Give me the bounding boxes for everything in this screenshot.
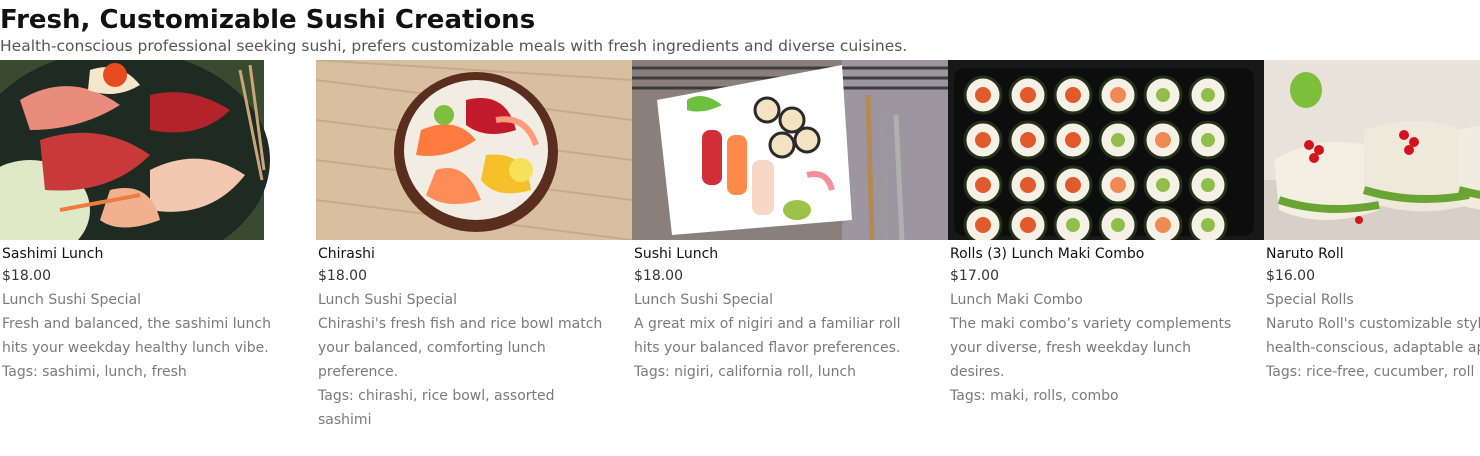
item-category: Lunch Sushi Special	[634, 292, 774, 308]
item-tags: Tags: maki, rolls, combo	[950, 384, 1240, 408]
item-category: Lunch Sushi Special	[318, 292, 458, 308]
item-name: Naruto Roll	[1266, 246, 1344, 262]
menu-card-naruto-roll[interactable]: Naruto Roll $16.00 Special Rolls Naruto …	[1264, 60, 1480, 432]
page-title: Fresh, Customizable Sushi Creations	[0, 5, 536, 35]
card-body: Sashimi Lunch $18.00 Lunch Sushi Special…	[0, 240, 292, 384]
tags-prefix: Tags:	[318, 388, 359, 404]
tags-prefix: Tags:	[634, 364, 675, 380]
card-body: Chirashi $18.00 Lunch Sushi Special Chir…	[316, 240, 608, 432]
item-tags: Tags: nigiri, california roll, lunch	[634, 360, 924, 384]
item-category: Lunch Sushi Special	[2, 292, 142, 308]
tags-prefix: Tags:	[1266, 364, 1307, 380]
menu-card-maki-combo[interactable]: Rolls (3) Lunch Maki Combo $17.00 Lunch …	[948, 60, 1264, 432]
page-header: Fresh, Customizable Sushi Creations Heal…	[0, 0, 1480, 60]
sashimi-lunch-photo[interactable]	[0, 60, 316, 240]
item-price: $18.00	[634, 268, 683, 284]
card-body: Naruto Roll $16.00 Special Rolls Naruto …	[1264, 240, 1480, 384]
naruto-roll-photo[interactable]	[1264, 60, 1480, 240]
item-tags: Tags: sashimi, lunch, fresh	[2, 360, 292, 384]
item-description: Naruto Roll's customizable style fits yo…	[1266, 316, 1480, 356]
card-body: Sushi Lunch $18.00 Lunch Sushi Special A…	[632, 240, 924, 384]
menu-card-chirashi[interactable]: Chirashi $18.00 Lunch Sushi Special Chir…	[316, 60, 632, 432]
item-description: A great mix of nigiri and a familiar rol…	[634, 316, 901, 356]
card-body: Rolls (3) Lunch Maki Combo $17.00 Lunch …	[948, 240, 1240, 408]
item-name: Sashimi Lunch	[2, 246, 104, 262]
tags-value: sashimi, lunch, fresh	[42, 364, 187, 380]
item-price: $17.00	[950, 268, 999, 284]
chirashi-photo[interactable]	[316, 60, 632, 240]
item-description: Fresh and balanced, the sashimi lunch hi…	[2, 316, 271, 356]
sushi-lunch-photo[interactable]	[632, 60, 948, 240]
menu-card-sushi-lunch[interactable]: Sushi Lunch $18.00 Lunch Sushi Special A…	[632, 60, 948, 432]
item-tags: Tags: rice-free, cucumber, roll	[1266, 360, 1480, 384]
tags-prefix: Tags:	[950, 388, 991, 404]
item-tags: Tags: chirashi, rice bowl, assorted sash…	[318, 384, 608, 432]
item-name: Rolls (3) Lunch Maki Combo	[950, 246, 1145, 262]
item-category: Special Rolls	[1266, 292, 1354, 308]
item-price: $18.00	[2, 268, 51, 284]
menu-card-row: Sashimi Lunch $18.00 Lunch Sushi Special…	[0, 60, 1480, 432]
tags-prefix: Tags:	[2, 364, 43, 380]
tags-value: maki, rolls, combo	[990, 388, 1119, 404]
menu-card-sashimi-lunch[interactable]: Sashimi Lunch $18.00 Lunch Sushi Special…	[0, 60, 316, 432]
item-price: $18.00	[318, 268, 367, 284]
item-description: Chirashi's fresh fish and rice bowl matc…	[318, 316, 603, 380]
item-category: Lunch Maki Combo	[950, 292, 1083, 308]
page-subtitle: Health-conscious professional seeking su…	[0, 37, 908, 55]
item-description: The maki combo’s variety complements you…	[950, 316, 1232, 380]
maki-combo-photo[interactable]	[948, 60, 1264, 240]
item-name: Sushi Lunch	[634, 246, 719, 262]
item-price: $16.00	[1266, 268, 1315, 284]
tags-value: nigiri, california roll, lunch	[674, 364, 857, 380]
item-name: Chirashi	[318, 246, 375, 262]
tags-value: rice-free, cucumber, roll	[1306, 364, 1475, 380]
